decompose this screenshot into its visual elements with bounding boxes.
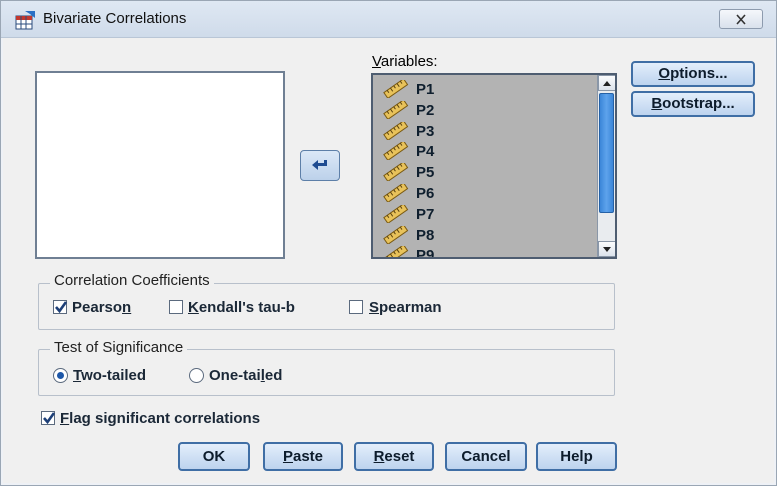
chevron-down-icon — [603, 247, 611, 252]
kendall-label: Kendall's tau-b — [188, 299, 295, 316]
checkmark-icon — [43, 412, 56, 425]
correlation-coefficients-legend: Correlation Coefficients — [50, 272, 214, 289]
ok-button[interactable]: OK — [178, 442, 250, 471]
variable-name: P2 — [416, 101, 435, 119]
kendall-checkbox[interactable] — [169, 300, 183, 314]
pearson-checkbox[interactable] — [53, 300, 68, 314]
scroll-down-button[interactable] — [598, 241, 615, 257]
dialog-body: Variables: P1 P2 P3 P4 P5 P6 P7 P8 P9 Options...… — [3, 38, 774, 483]
source-variable-list[interactable] — [35, 71, 285, 259]
variable-name: P9 — [416, 247, 435, 259]
variable-name: P4 — [416, 143, 435, 161]
title-bar[interactable]: Bivariate Correlations — [1, 1, 776, 38]
two-tailed-radio[interactable] — [53, 368, 68, 383]
chevron-up-icon — [603, 81, 611, 86]
scale-ruler-icon — [383, 161, 409, 185]
variables-list[interactable]: P1 P2 P3 P4 P5 P6 P7 P8 P9 — [371, 73, 617, 259]
flag-significant-checkbox[interactable] — [41, 411, 56, 425]
variable-name: P8 — [416, 226, 435, 244]
window-title: Bivariate Correlations — [43, 10, 187, 27]
close-icon — [736, 14, 746, 25]
variable-name: P7 — [416, 205, 435, 223]
dialog-window: Bivariate Correlations Variables: P1 P2 P3… — [0, 0, 777, 486]
scale-ruler-icon — [383, 182, 409, 206]
two-tailed-label: Two-tailed — [73, 367, 147, 384]
scale-ruler-icon — [383, 244, 409, 257]
scale-ruler-icon — [383, 223, 409, 248]
cancel-button[interactable]: Cancel — [445, 442, 527, 471]
spss-table-icon — [15, 10, 37, 30]
close-button[interactable] — [719, 9, 763, 29]
variable-name: P1 — [416, 81, 435, 98]
options-button[interactable]: Options... — [631, 61, 755, 87]
one-tailed-radio[interactable] — [189, 368, 204, 383]
scale-ruler-icon — [383, 140, 409, 164]
variable-name: P3 — [416, 122, 435, 140]
scale-ruler-icon — [383, 119, 409, 144]
variable-name: P6 — [416, 185, 435, 202]
bootstrap-button[interactable]: Bootstrap... — [631, 91, 755, 117]
scale-ruler-icon — [383, 78, 409, 102]
spearman-label: Spearman — [369, 299, 442, 316]
scroll-thumb[interactable] — [599, 93, 614, 213]
checkmark-icon — [55, 301, 68, 314]
scale-ruler-icon — [383, 202, 409, 227]
scroll-up-button[interactable] — [598, 75, 615, 91]
variable-name: P5 — [416, 164, 435, 182]
reset-button[interactable]: Reset — [354, 442, 434, 471]
arrow-left-icon — [312, 160, 327, 170]
help-button[interactable]: Help — [536, 442, 617, 471]
one-tailed-label: One-tailed — [209, 367, 283, 384]
scale-ruler-icon — [383, 98, 409, 123]
pearson-label: Pearson — [72, 299, 132, 316]
variables-label: Variables: — [372, 53, 438, 70]
spearman-checkbox[interactable] — [349, 300, 363, 314]
paste-button[interactable]: Paste — [263, 442, 343, 471]
test-of-significance-legend: Test of Significance — [50, 339, 188, 356]
variables-scrollbar[interactable] — [597, 75, 615, 257]
move-variable-button[interactable] — [300, 150, 340, 181]
flag-significant-label: Flag significant correlations — [60, 410, 261, 427]
